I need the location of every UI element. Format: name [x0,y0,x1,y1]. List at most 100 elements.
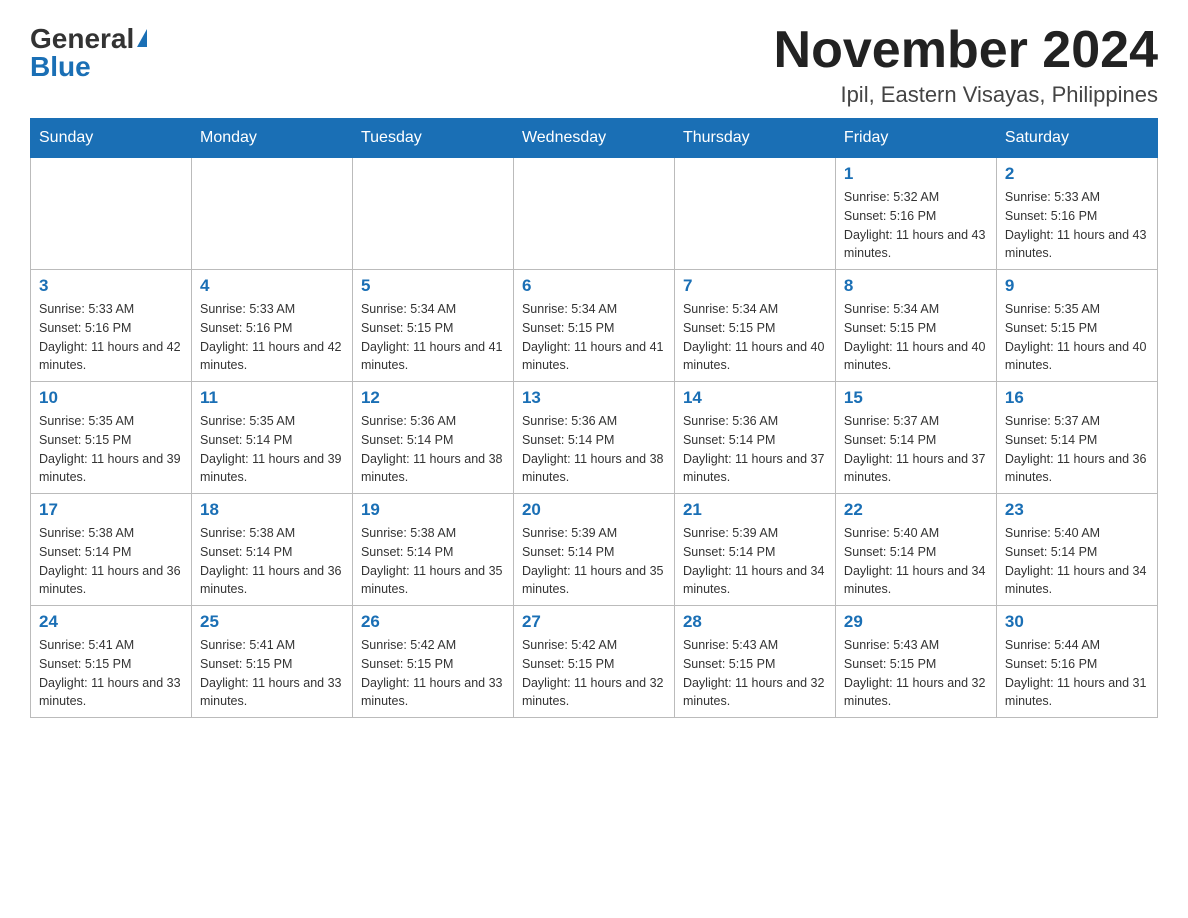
header-thursday: Thursday [674,119,835,158]
day-number: 21 [683,500,827,520]
day-info: Sunrise: 5:32 AMSunset: 5:16 PMDaylight:… [844,188,988,263]
day-number: 6 [522,276,666,296]
day-info: Sunrise: 5:40 AMSunset: 5:14 PMDaylight:… [1005,524,1149,599]
day-cell: 5 Sunrise: 5:34 AMSunset: 5:15 PMDaylight… [352,270,513,382]
week-row-3: 10 Sunrise: 5:35 AMSunset: 5:15 PMDayligh… [31,382,1158,494]
day-info: Sunrise: 5:43 AMSunset: 5:15 PMDaylight:… [844,636,988,711]
day-number: 14 [683,388,827,408]
day-cell: 6 Sunrise: 5:34 AMSunset: 5:15 PMDaylight… [513,270,674,382]
day-info: Sunrise: 5:34 AMSunset: 5:15 PMDaylight:… [683,300,827,375]
day-info: Sunrise: 5:34 AMSunset: 5:15 PMDaylight:… [522,300,666,375]
day-cell: 29 Sunrise: 5:43 AMSunset: 5:15 PMDayligh… [835,606,996,718]
day-cell: 1 Sunrise: 5:32 AMSunset: 5:16 PMDaylight… [835,158,996,270]
day-cell: 9 Sunrise: 5:35 AMSunset: 5:15 PMDaylight… [996,270,1157,382]
day-cell: 25Sunrise: 5:41 AMSunset: 5:15 PMDayligh… [191,606,352,718]
week-row-1: 1 Sunrise: 5:32 AMSunset: 5:16 PMDaylight… [31,158,1158,270]
day-number: 5 [361,276,505,296]
day-cell: 3Sunrise: 5:33 AMSunset: 5:16 PMDaylight… [31,270,192,382]
day-cell: 12 Sunrise: 5:36 AMSunset: 5:14 PMDayligh… [352,382,513,494]
day-cell: 7 Sunrise: 5:34 AMSunset: 5:15 PMDaylight… [674,270,835,382]
day-info: Sunrise: 5:38 AMSunset: 5:14 PMDaylight:… [361,524,505,599]
day-cell: 8Sunrise: 5:34 AMSunset: 5:15 PMDaylight… [835,270,996,382]
day-number: 7 [683,276,827,296]
day-cell: 4 Sunrise: 5:33 AMSunset: 5:16 PMDaylight… [191,270,352,382]
day-number: 10 [39,388,183,408]
day-number: 23 [1005,500,1149,520]
day-cell [191,158,352,270]
logo: General Blue [30,20,147,81]
day-info: Sunrise: 5:34 AMSunset: 5:15 PMDaylight:… [361,300,505,375]
day-number: 8 [844,276,988,296]
day-info: Sunrise: 5:35 AMSunset: 5:15 PMDaylight:… [39,412,183,487]
day-info: Sunrise: 5:42 AMSunset: 5:15 PMDaylight:… [361,636,505,711]
header-sunday: Sunday [31,119,192,158]
day-number: 20 [522,500,666,520]
day-number: 27 [522,612,666,632]
day-cell [352,158,513,270]
logo-blue-text: Blue [30,53,91,81]
day-cell: 21 Sunrise: 5:39 AMSunset: 5:14 PMDayligh… [674,494,835,606]
header-saturday: Saturday [996,119,1157,158]
month-title: November 2024 [774,20,1158,80]
day-info: Sunrise: 5:35 AMSunset: 5:14 PMDaylight:… [200,412,344,487]
day-number: 15 [844,388,988,408]
day-number: 29 [844,612,988,632]
day-number: 12 [361,388,505,408]
day-number: 11 [200,388,344,408]
day-cell: 20Sunrise: 5:39 AMSunset: 5:14 PMDayligh… [513,494,674,606]
day-info: Sunrise: 5:33 AMSunset: 5:16 PMDaylight:… [200,300,344,375]
logo-triangle-icon [137,29,147,47]
day-cell [31,158,192,270]
day-info: Sunrise: 5:36 AMSunset: 5:14 PMDaylight:… [522,412,666,487]
weekday-header-row: Sunday Monday Tuesday Wednesday Thursday… [31,119,1158,158]
week-row-2: 3Sunrise: 5:33 AMSunset: 5:16 PMDaylight… [31,270,1158,382]
day-cell: 30Sunrise: 5:44 AMSunset: 5:16 PMDayligh… [996,606,1157,718]
day-number: 4 [200,276,344,296]
day-info: Sunrise: 5:38 AMSunset: 5:14 PMDaylight:… [39,524,183,599]
day-number: 9 [1005,276,1149,296]
day-info: Sunrise: 5:39 AMSunset: 5:14 PMDaylight:… [683,524,827,599]
day-number: 17 [39,500,183,520]
day-cell: 17 Sunrise: 5:38 AMSunset: 5:14 PMDayligh… [31,494,192,606]
day-cell: 23 Sunrise: 5:40 AMSunset: 5:14 PMDayligh… [996,494,1157,606]
day-info: Sunrise: 5:37 AMSunset: 5:14 PMDaylight:… [844,412,988,487]
day-cell: 18 Sunrise: 5:38 AMSunset: 5:14 PMDayligh… [191,494,352,606]
day-cell: 14 Sunrise: 5:36 AMSunset: 5:14 PMDayligh… [674,382,835,494]
day-number: 22 [844,500,988,520]
day-cell: 15 Sunrise: 5:37 AMSunset: 5:14 PMDayligh… [835,382,996,494]
day-number: 30 [1005,612,1149,632]
page-header: General Blue November 2024 Ipil, Eastern… [30,20,1158,108]
day-info: Sunrise: 5:38 AMSunset: 5:14 PMDaylight:… [200,524,344,599]
day-cell [513,158,674,270]
day-info: Sunrise: 5:41 AMSunset: 5:15 PMDaylight:… [39,636,183,711]
day-number: 1 [844,164,988,184]
logo-general-text: General [30,25,134,53]
day-number: 18 [200,500,344,520]
day-info: Sunrise: 5:43 AMSunset: 5:15 PMDaylight:… [683,636,827,711]
title-area: November 2024 Ipil, Eastern Visayas, Phi… [774,20,1158,108]
week-row-5: 24Sunrise: 5:41 AMSunset: 5:15 PMDayligh… [31,606,1158,718]
day-cell: 16 Sunrise: 5:37 AMSunset: 5:14 PMDayligh… [996,382,1157,494]
day-number: 19 [361,500,505,520]
day-info: Sunrise: 5:36 AMSunset: 5:14 PMDaylight:… [361,412,505,487]
day-number: 16 [1005,388,1149,408]
day-number: 25 [200,612,344,632]
day-cell: 19 Sunrise: 5:38 AMSunset: 5:14 PMDayligh… [352,494,513,606]
day-info: Sunrise: 5:35 AMSunset: 5:15 PMDaylight:… [1005,300,1149,375]
day-info: Sunrise: 5:42 AMSunset: 5:15 PMDaylight:… [522,636,666,711]
week-row-4: 17 Sunrise: 5:38 AMSunset: 5:14 PMDayligh… [31,494,1158,606]
day-info: Sunrise: 5:33 AMSunset: 5:16 PMDaylight:… [39,300,183,375]
day-cell: 28 Sunrise: 5:43 AMSunset: 5:15 PMDayligh… [674,606,835,718]
day-cell: 2Sunrise: 5:33 AMSunset: 5:16 PMDaylight… [996,158,1157,270]
day-info: Sunrise: 5:37 AMSunset: 5:14 PMDaylight:… [1005,412,1149,487]
day-cell: 22Sunrise: 5:40 AMSunset: 5:14 PMDayligh… [835,494,996,606]
location-text: Ipil, Eastern Visayas, Philippines [774,82,1158,108]
day-info: Sunrise: 5:36 AMSunset: 5:14 PMDaylight:… [683,412,827,487]
calendar-table: Sunday Monday Tuesday Wednesday Thursday… [30,118,1158,718]
day-cell: 24Sunrise: 5:41 AMSunset: 5:15 PMDayligh… [31,606,192,718]
day-cell: 13 Sunrise: 5:36 AMSunset: 5:14 PMDayligh… [513,382,674,494]
day-cell: 26Sunrise: 5:42 AMSunset: 5:15 PMDayligh… [352,606,513,718]
header-tuesday: Tuesday [352,119,513,158]
day-number: 13 [522,388,666,408]
day-number: 28 [683,612,827,632]
